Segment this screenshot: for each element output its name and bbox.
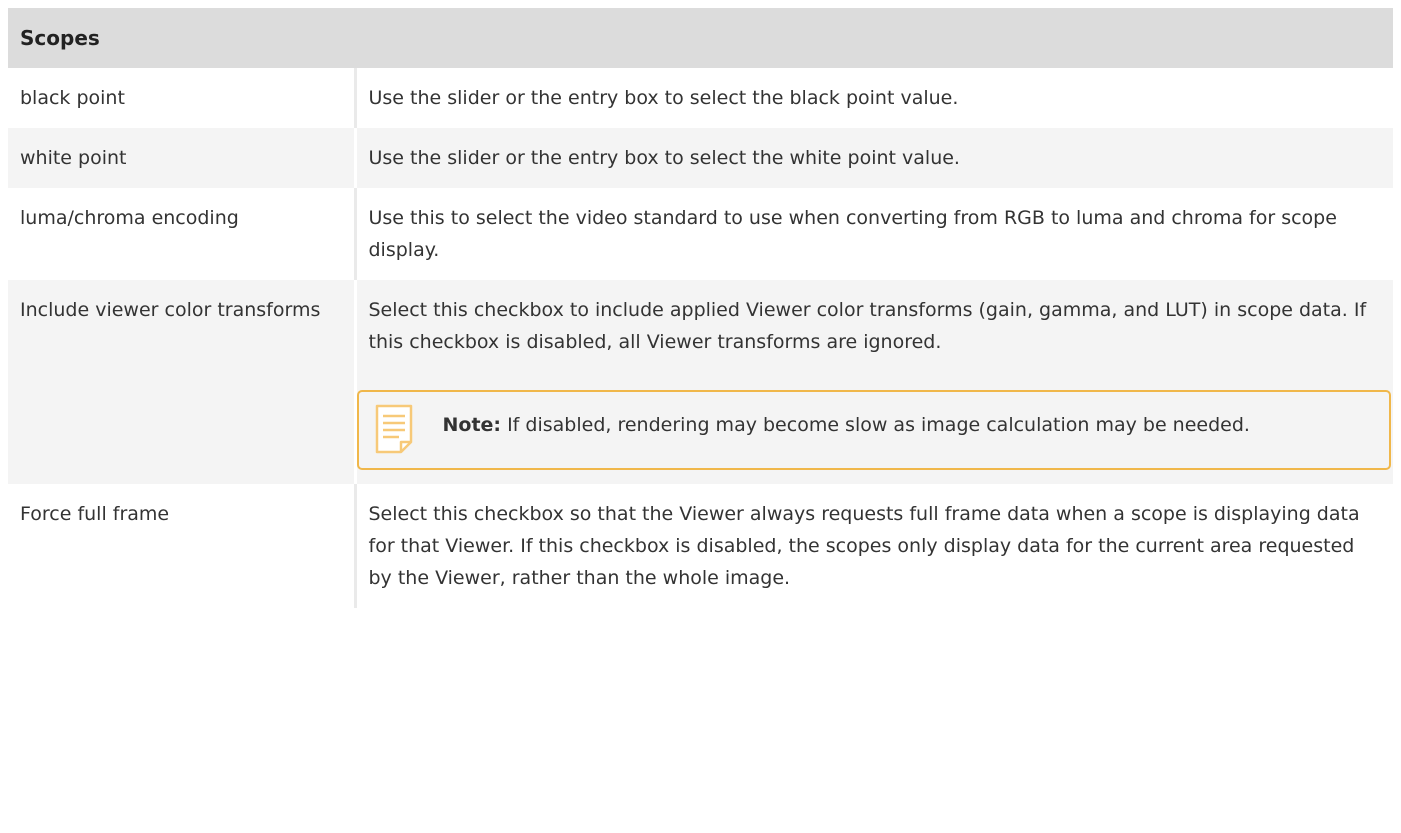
param-description-cell: Select this checkbox to include applied …	[355, 280, 1394, 484]
param-name: black point	[8, 68, 357, 128]
table-row: Include viewer color transforms Select t…	[8, 280, 1394, 484]
note-text-block: Note: If disabled, rendering may become …	[443, 406, 1370, 442]
note-callout: Note: If disabled, rendering may become …	[356, 390, 1392, 470]
note-text: If disabled, rendering may become slow a…	[501, 414, 1250, 436]
table-row: luma/chroma encoding Use this to select …	[8, 188, 1394, 280]
param-description: Use this to select the video standard to…	[355, 188, 1394, 280]
param-name: Include viewer color transforms	[8, 280, 357, 484]
table-row: white point Use the slider or the entry …	[8, 128, 1394, 188]
param-name: luma/chroma encoding	[8, 188, 357, 280]
note-icon	[375, 404, 412, 454]
scopes-table: Scopes black point Use the slider or the…	[8, 8, 1394, 608]
table-header-row: Scopes	[8, 8, 1394, 68]
param-name: white point	[8, 128, 357, 188]
param-description: Use the slider or the entry box to selec…	[355, 128, 1394, 188]
table-row: Force full frame Select this checkbox so…	[8, 484, 1394, 608]
note-label: Note:	[442, 414, 502, 436]
param-description: Select this checkbox to include applied …	[368, 299, 1367, 353]
param-name: Force full frame	[8, 484, 357, 608]
table-header: Scopes	[8, 8, 1394, 68]
param-description: Use the slider or the entry box to selec…	[355, 68, 1394, 128]
param-description: Select this checkbox so that the Viewer …	[355, 484, 1394, 608]
table-row: black point Use the slider or the entry …	[8, 68, 1394, 128]
